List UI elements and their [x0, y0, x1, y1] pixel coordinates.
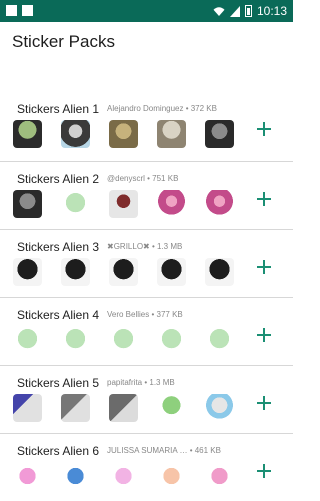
- pack-meta: Vero Bellies • 377 KB: [107, 310, 183, 319]
- wifi-icon: [213, 7, 225, 16]
- status-bar: 10:13: [0, 0, 293, 22]
- pack-meta: Alejandro Dominguez • 372 KB: [107, 104, 217, 113]
- notification-icon: [22, 5, 33, 16]
- status-time: 10:13: [256, 4, 287, 18]
- pack-name: Stickers Alien 3: [17, 240, 100, 254]
- plus-icon[interactable]: [257, 192, 271, 206]
- sticker-thumbnail[interactable]: [13, 326, 42, 354]
- sticker-thumbnail[interactable]: [13, 120, 42, 148]
- plus-icon[interactable]: [257, 328, 271, 342]
- sticker-thumbnail[interactable]: [61, 394, 90, 422]
- pack-name: Stickers Alien 4: [17, 308, 100, 322]
- app-bar: Sticker Packs: [0, 22, 293, 92]
- sticker-thumbnail[interactable]: [109, 190, 138, 218]
- sticker-thumbnail[interactable]: [13, 190, 42, 218]
- battery-icon: [244, 5, 252, 17]
- plus-icon[interactable]: [257, 122, 271, 136]
- plus-icon[interactable]: [257, 464, 271, 478]
- sticker-pack-item[interactable]: Stickers Alien 2 @denyscrl • 751 KB: [0, 161, 293, 229]
- sticker-thumbnail[interactable]: [205, 190, 234, 218]
- sticker-thumbs: [13, 462, 234, 490]
- sticker-thumbnail[interactable]: [205, 462, 234, 490]
- sticker-thumbnail[interactable]: [157, 190, 186, 218]
- sticker-thumbnail[interactable]: [109, 462, 138, 490]
- plus-icon[interactable]: [257, 260, 271, 274]
- sticker-thumbnail[interactable]: [157, 120, 186, 148]
- pack-name: Stickers Alien 1: [17, 102, 100, 116]
- pack-name: Stickers Alien 5: [17, 376, 100, 390]
- sticker-thumbnail[interactable]: [157, 462, 186, 490]
- sticker-thumbnail[interactable]: [205, 394, 234, 422]
- pack-meta: papitafrita • 1.3 MB: [107, 378, 175, 387]
- sticker-pack-item[interactable]: Stickers Alien 1 Alejandro Dominguez • 3…: [0, 92, 293, 161]
- sticker-thumbnail[interactable]: [61, 190, 90, 218]
- sticker-thumbnail[interactable]: [205, 258, 234, 286]
- sticker-thumbs: [13, 120, 234, 148]
- sticker-pack-item[interactable]: Stickers Alien 6 JULISSA SUMARIA … • 461…: [0, 433, 293, 501]
- notification-icon: [6, 5, 17, 16]
- sticker-thumbnail[interactable]: [109, 394, 138, 422]
- pack-meta: JULISSA SUMARIA … • 461 KB: [107, 446, 221, 455]
- pack-name: Stickers Alien 2: [17, 172, 100, 186]
- sticker-thumbnail[interactable]: [13, 394, 42, 422]
- pack-meta: @denyscrl • 751 KB: [107, 174, 179, 183]
- sticker-thumbnail[interactable]: [157, 258, 186, 286]
- sticker-thumbnail[interactable]: [205, 326, 234, 354]
- sticker-thumbnail[interactable]: [109, 326, 138, 354]
- pack-name: Stickers Alien 6: [17, 444, 100, 458]
- sticker-thumbs: [13, 190, 234, 218]
- sticker-pack-item[interactable]: Stickers Alien 5 papitafrita • 1.3 MB: [0, 365, 293, 433]
- sticker-thumbnail[interactable]: [13, 462, 42, 490]
- sticker-thumbnail[interactable]: [109, 120, 138, 148]
- sticker-pack-item[interactable]: Stickers Alien 3 ✖GRILLO✖ • 1.3 MB: [0, 229, 293, 297]
- sticker-thumbnail[interactable]: [13, 258, 42, 286]
- sticker-thumbs: [13, 258, 234, 286]
- sticker-pack-list: Stickers Alien 1 Alejandro Dominguez • 3…: [0, 92, 293, 501]
- status-icons: 10:13: [213, 3, 287, 19]
- sticker-thumbnail[interactable]: [61, 120, 90, 148]
- sticker-thumbnail[interactable]: [61, 462, 90, 490]
- page-title: Sticker Packs: [12, 32, 115, 51]
- sticker-thumbs: [13, 326, 234, 354]
- signal-icon: [229, 5, 240, 17]
- sticker-thumbnail[interactable]: [61, 258, 90, 286]
- sticker-pack-item[interactable]: Stickers Alien 4 Vero Bellies • 377 KB: [0, 297, 293, 365]
- sticker-thumbnail[interactable]: [157, 326, 186, 354]
- sticker-thumbnail[interactable]: [61, 326, 90, 354]
- sticker-thumbnail[interactable]: [157, 394, 186, 422]
- pack-meta: ✖GRILLO✖ • 1.3 MB: [107, 242, 183, 251]
- sticker-thumbs: [13, 394, 234, 422]
- sticker-thumbnail[interactable]: [109, 258, 138, 286]
- plus-icon[interactable]: [257, 396, 271, 410]
- sticker-thumbnail[interactable]: [205, 120, 234, 148]
